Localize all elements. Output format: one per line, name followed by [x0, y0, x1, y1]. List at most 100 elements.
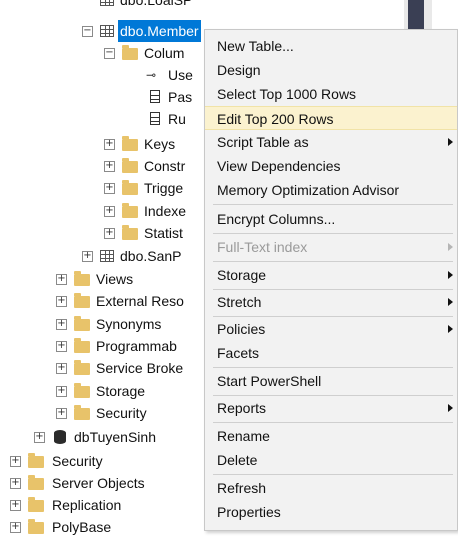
tree-node-column-use[interactable]: ⊸ Use: [140, 64, 210, 86]
tree-node-indexes[interactable]: + Indexe: [98, 200, 208, 222]
tree-node-columns[interactable]: − Colum: [98, 42, 208, 64]
database-icon: [54, 430, 66, 444]
expand-toggle[interactable]: +: [104, 161, 115, 172]
tree-node-member[interactable]: − dbo.Member: [80, 20, 210, 42]
menu-item-select-top-rows[interactable]: Select Top 1000 Rows: [205, 82, 457, 106]
tree-node-label: External Reso: [96, 293, 184, 309]
tree-node-external-resources[interactable]: + External Reso: [54, 290, 204, 312]
tree-node-constraints[interactable]: + Constr: [98, 155, 208, 177]
menu-item-facets[interactable]: Facets: [205, 341, 457, 365]
expand-toggle[interactable]: +: [104, 183, 115, 194]
menu-item-storage[interactable]: Storage: [205, 263, 457, 287]
tree-node-triggers[interactable]: + Trigge: [98, 177, 208, 199]
expand-toggle[interactable]: +: [56, 319, 67, 330]
folder-icon: [28, 453, 44, 468]
menu-item-script-table-as[interactable]: Script Table as: [205, 130, 457, 154]
tree-node-label: dbo.LoaiSP: [120, 0, 193, 8]
expand-toggle[interactable]: +: [10, 500, 21, 511]
menu-item-rename[interactable]: Rename: [205, 424, 457, 448]
expand-toggle[interactable]: +: [10, 456, 21, 467]
expand-toggle[interactable]: +: [56, 408, 67, 419]
menu-item-label: Policies: [217, 321, 266, 337]
menu-item-design[interactable]: Design: [205, 58, 457, 82]
tree-node-label: dbTuyenSinh: [74, 429, 156, 445]
menu-item-policies[interactable]: Policies: [205, 317, 457, 341]
folder-icon: [28, 519, 44, 534]
submenu-arrow-icon: [448, 138, 453, 146]
menu-item-edit-top-rows[interactable]: Edit Top 200 Rows: [205, 106, 457, 130]
menu-item-new-table[interactable]: New Table...: [205, 34, 457, 58]
tree-node-dbtuyensinh[interactable]: + dbTuyenSinh: [32, 426, 202, 448]
submenu-arrow-icon: [448, 243, 453, 251]
menu-item-stretch[interactable]: Stretch: [205, 290, 457, 314]
menu-item-properties[interactable]: Properties: [205, 500, 457, 524]
expand-toggle[interactable]: +: [82, 251, 93, 262]
menu-item-label: Encrypt Columns...: [217, 211, 336, 227]
tree-node-sanpham[interactable]: + dbo.SanP: [80, 245, 210, 267]
tree-node-security-db[interactable]: + Security: [54, 402, 204, 424]
menu-item-label: Rename: [217, 428, 270, 444]
tree-node-server-objects[interactable]: + Server Objects: [8, 472, 198, 494]
tree-node-views[interactable]: + Views: [54, 268, 204, 290]
tree-node-column-pas[interactable]: Pas: [140, 86, 210, 108]
menu-item-label: Script Table as: [217, 134, 309, 150]
submenu-arrow-icon: [448, 404, 453, 412]
folder-icon: [74, 271, 90, 286]
folder-icon: [74, 383, 90, 398]
menu-item-label: Full-Text index: [217, 239, 308, 255]
expand-toggle[interactable]: +: [104, 228, 115, 239]
tree-node-label: Pas: [168, 89, 193, 105]
expand-toggle[interactable]: +: [56, 274, 67, 285]
tree-node-keys[interactable]: + Keys: [98, 133, 208, 155]
table-icon: [100, 250, 114, 262]
tree-node-statistics[interactable]: + Statist: [98, 222, 208, 244]
tree-node-column-ru[interactable]: Ru: [140, 108, 210, 130]
expand-toggle[interactable]: +: [104, 139, 115, 150]
expand-toggle[interactable]: +: [56, 386, 67, 397]
tree-node-label: PolyBase: [52, 519, 112, 535]
menu-item-refresh[interactable]: Refresh: [205, 476, 457, 500]
tree-node-label: Statist: [144, 225, 183, 241]
tree-node-replication[interactable]: + Replication: [8, 494, 198, 516]
expand-toggle[interactable]: +: [104, 206, 115, 217]
menu-item-memory-optimization-advisor[interactable]: Memory Optimization Advisor: [205, 178, 457, 202]
menu-item-view-dependencies[interactable]: View Dependencies: [205, 154, 457, 178]
column-icon: [150, 90, 160, 103]
folder-icon: [74, 293, 90, 308]
menu-item-reports[interactable]: Reports: [205, 396, 457, 420]
collapse-toggle[interactable]: −: [82, 26, 93, 37]
menu-item-start-powershell[interactable]: Start PowerShell: [205, 369, 457, 393]
tree-node-programmability[interactable]: + Programmab: [54, 335, 204, 357]
menu-item-delete[interactable]: Delete: [205, 448, 457, 472]
collapse-toggle[interactable]: −: [104, 48, 115, 59]
expand-toggle[interactable]: +: [10, 478, 21, 489]
column-icon: [150, 112, 160, 125]
menu-item-label: Refresh: [217, 480, 267, 496]
folder-icon: [74, 316, 90, 331]
tree-node-security-server[interactable]: + Security: [8, 450, 198, 472]
key-icon: ⊸: [146, 68, 157, 82]
folder-icon: [74, 360, 90, 375]
tree-node-service-broker[interactable]: + Service Broke: [54, 357, 204, 379]
submenu-arrow-icon: [448, 325, 453, 333]
tree-node-label: Service Broke: [96, 360, 184, 376]
tree-node-label: Indexe: [144, 203, 187, 219]
folder-icon: [122, 225, 138, 240]
tree-node-synonyms[interactable]: + Synonyms: [54, 313, 204, 335]
expand-toggle[interactable]: +: [56, 363, 67, 374]
tree-node-polybase[interactable]: + PolyBase: [8, 516, 198, 538]
menu-item-label: Properties: [217, 504, 281, 520]
expand-toggle[interactable]: +: [56, 341, 67, 352]
menu-item-label: View Dependencies: [217, 158, 341, 174]
menu-item-full-text-index: Full-Text index: [205, 235, 457, 259]
tree-node-label: Constr: [144, 158, 186, 174]
menu-item-encrypt-columns[interactable]: Encrypt Columns...: [205, 207, 457, 231]
tree-node-label: Storage: [96, 383, 146, 399]
menu-item-label: Design: [217, 62, 261, 78]
expand-toggle[interactable]: +: [56, 296, 67, 307]
tree-node-loaisp[interactable]: dbo.LoaiSP: [96, 0, 216, 11]
expand-toggle[interactable]: +: [10, 522, 21, 533]
tree-node-storage[interactable]: + Storage: [54, 380, 204, 402]
expand-toggle[interactable]: +: [34, 432, 45, 443]
tree-node-label: Security: [96, 405, 147, 421]
